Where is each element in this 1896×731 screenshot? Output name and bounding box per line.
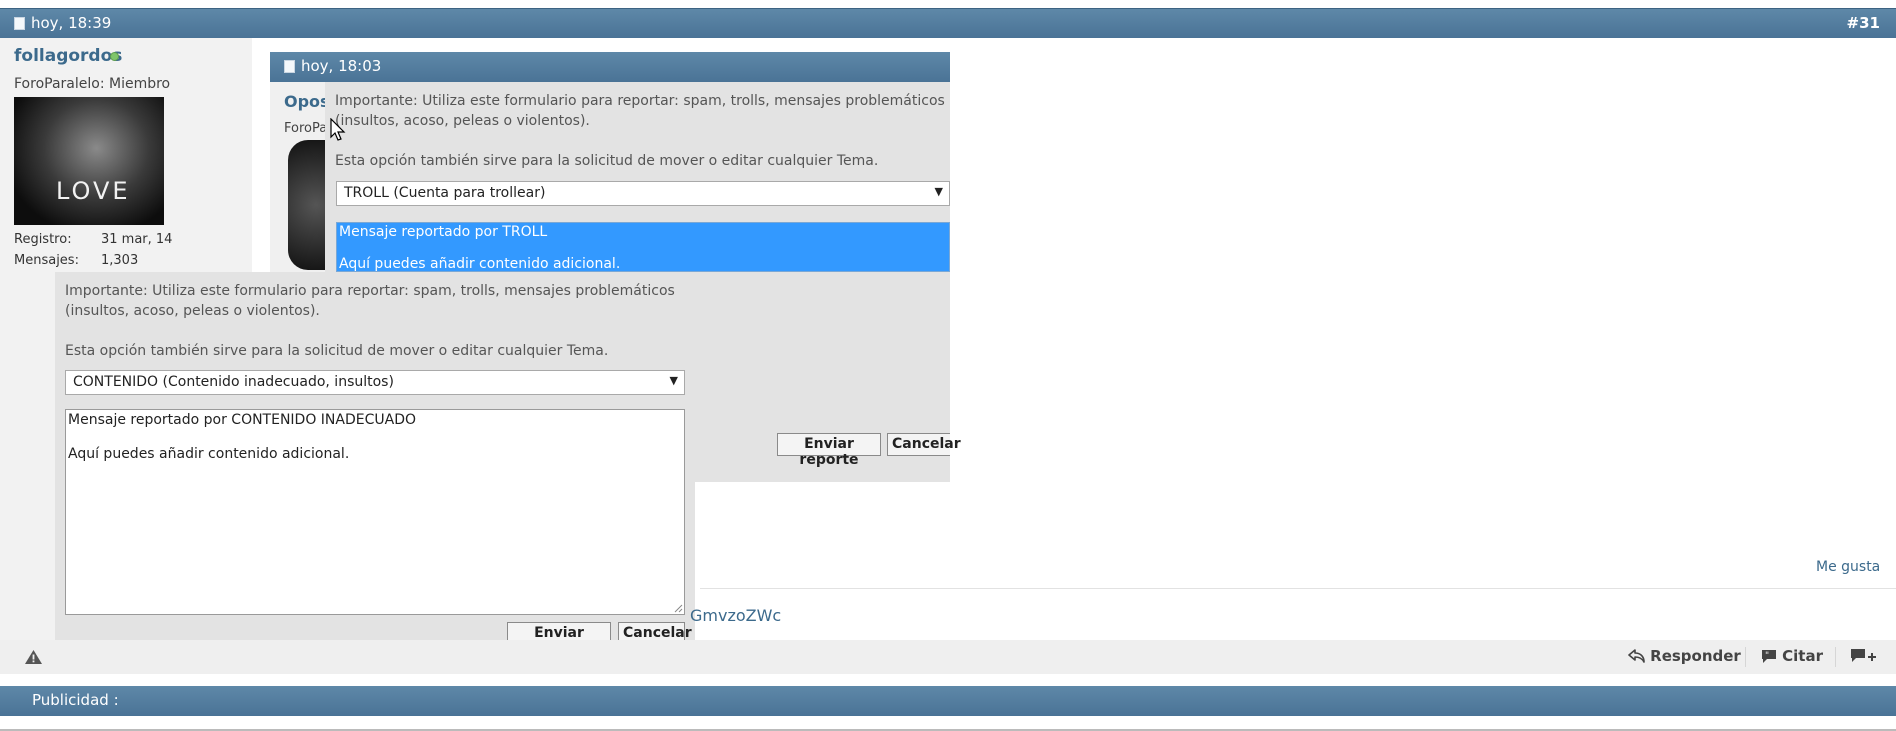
quote-button[interactable]: " Citar	[1760, 647, 1823, 665]
registro-label: Registro:	[14, 232, 72, 247]
post-date: hoy, 18:39	[14, 14, 111, 32]
report-hint: Esta opción también sirve para la solici…	[65, 343, 609, 359]
toolbar-separator	[1745, 647, 1746, 667]
quote-bubble-icon: "	[1762, 650, 1776, 663]
reply-button[interactable]: Responder	[1628, 647, 1741, 665]
mensajes-label: Mensajes:	[14, 253, 79, 268]
document-icon	[14, 17, 25, 30]
reply-arrow-icon	[1628, 649, 1645, 663]
dropdown-arrow-icon: ▼	[934, 185, 943, 198]
report-text-line1-bg: Mensaje reportado por TROLL	[339, 224, 548, 240]
user-title: ForoParalelo: Miembro	[14, 76, 171, 92]
post-date-text: hoy, 18:39	[31, 14, 112, 32]
cancel-button-bg[interactable]: Cancelar	[887, 433, 961, 456]
dropdown-arrow-icon: ▼	[669, 374, 678, 387]
ad-bar: Publicidad :	[0, 686, 1896, 716]
registro-value: 31 mar, 14	[101, 232, 173, 247]
signature-divider	[700, 588, 1896, 589]
avatar-text: LOVE	[56, 177, 131, 205]
online-status-icon	[110, 52, 119, 61]
quote-header: hoy, 18:03	[270, 52, 950, 82]
report-text-line2: Aquí puedes añadir contenido adicional.	[68, 446, 350, 462]
quote-avatar	[288, 140, 328, 270]
toolbar-separator	[1835, 647, 1836, 667]
reply-label: Responder	[1650, 647, 1741, 665]
avatar[interactable]: LOVE	[14, 97, 164, 225]
quote-user-title: ForoPa	[284, 121, 328, 136]
report-notice: Importante: Utiliza este formulario para…	[65, 283, 675, 319]
svg-text:": "	[1765, 651, 1769, 661]
submit-report-button-bg[interactable]: Enviar reporte	[777, 433, 881, 468]
report-text-line1: Mensaje reportado por CONTENIDO INADECUA…	[68, 412, 417, 428]
post-header: hoy, 18:39 #31	[0, 8, 1896, 38]
mouse-cursor-icon	[330, 118, 346, 141]
report-notice-bg: Importante: Utiliza este formulario para…	[335, 93, 945, 129]
multiquote-plus-icon	[1851, 649, 1876, 662]
quote-label: Citar	[1782, 647, 1823, 665]
report-reason-selected-bg: TROLL (Cuenta para trollear)	[344, 185, 546, 201]
multiquote-button[interactable]	[1850, 647, 1876, 669]
ad-label: Publicidad :	[32, 691, 119, 709]
post-link-text[interactable]: GmvzoZWc	[690, 606, 781, 625]
warning-triangle-icon[interactable]	[24, 649, 43, 665]
report-reason-select-bg[interactable]: TROLL (Cuenta para trollear) ▼	[336, 181, 950, 206]
mensajes-value: 1,303	[101, 253, 139, 268]
me-gusta-link[interactable]: Me gusta	[1816, 559, 1880, 575]
resize-handle-icon[interactable]	[674, 604, 683, 613]
report-textarea-bg[interactable]: Mensaje reportado por TROLL Aquí puedes …	[336, 222, 950, 272]
report-hint-bg: Esta opción también sirve para la solici…	[335, 153, 879, 169]
username-link[interactable]: follagordos	[14, 46, 122, 66]
document-icon	[284, 60, 295, 73]
post-number-link[interactable]: #31	[1847, 14, 1880, 32]
post-toolbar	[0, 640, 1896, 674]
report-reason-select[interactable]: CONTENIDO (Contenido inadecuado, insulto…	[65, 370, 685, 395]
report-textarea[interactable]: Mensaje reportado por CONTENIDO INADECUA…	[65, 409, 685, 615]
quote-date: hoy, 18:03	[301, 57, 382, 75]
report-reason-selected: CONTENIDO (Contenido inadecuado, insulto…	[73, 374, 394, 390]
quote-username[interactable]: Opos	[284, 92, 330, 111]
report-text-line2-bg: Aquí puedes añadir contenido adicional.	[339, 256, 621, 272]
